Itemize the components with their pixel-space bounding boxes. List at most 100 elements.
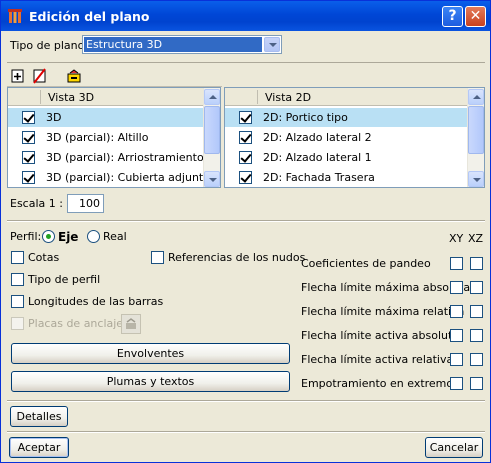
- vertical-scrollbar[interactable]: [203, 88, 220, 187]
- coef-xz-checkbox[interactable]: [470, 257, 483, 270]
- row-checkbox[interactable]: [22, 171, 35, 184]
- list-item-label: 3D (parcial): Altillo: [46, 131, 149, 144]
- view-3d-list[interactable]: Vista 3D 3D 3D (parcial): Altillo 3D (pa…: [7, 87, 221, 188]
- list-item-label: 2D: Alzado lateral 2: [263, 131, 372, 144]
- app-icon: [8, 9, 22, 23]
- profile-label: Perfil:: [10, 230, 42, 243]
- view-2d-header-label: Vista 2D: [265, 91, 312, 104]
- coef-row-label: Flecha límite máxima absoluta: [301, 281, 471, 294]
- close-button[interactable]: ✕: [465, 6, 486, 27]
- section-divider: [7, 431, 485, 433]
- row-checkbox[interactable]: [239, 131, 252, 144]
- pens-texts-button[interactable]: Plumas y textos: [11, 371, 290, 392]
- column-xz-label: XZ: [468, 232, 484, 245]
- help-button[interactable]: ?: [442, 6, 463, 27]
- list-item-label: 2D: Alzado lateral 1: [263, 151, 372, 164]
- coef-xy-checkbox[interactable]: [450, 377, 463, 390]
- node-references-label[interactable]: Referencias de los nudos: [168, 251, 305, 264]
- coef-row-label: Flecha límite máxima relativa: [301, 305, 465, 318]
- view-2d-list[interactable]: Vista 2D 2D: Portico tipo 2D: Alzado lat…: [224, 87, 485, 188]
- list-item[interactable]: 2D: Alzado lateral 2: [225, 128, 467, 147]
- list-item-label: 3D (parcial): Arriostramiento: [46, 151, 204, 164]
- scale-input[interactable]: 100: [67, 194, 104, 213]
- row-checkbox[interactable]: [22, 111, 35, 124]
- coef-xz-checkbox[interactable]: [470, 305, 483, 318]
- coef-xz-checkbox[interactable]: [470, 281, 483, 294]
- plan-type-label: Tipo de plano: [10, 39, 85, 52]
- cotas-checkbox[interactable]: [11, 251, 24, 264]
- anchor-plates-label: Placas de anclaje: [28, 317, 124, 330]
- details-button[interactable]: Detalles: [10, 406, 68, 427]
- accept-button[interactable]: Aceptar: [9, 437, 69, 458]
- scroll-down-icon[interactable]: [204, 171, 220, 187]
- list-item-label: 2D: Fachada Trasera: [263, 171, 375, 184]
- cancel-button[interactable]: Cancelar: [425, 437, 483, 458]
- cotas-label[interactable]: Cotas: [28, 251, 59, 264]
- coef-xz-checkbox[interactable]: [470, 353, 483, 366]
- coef-xz-checkbox[interactable]: [470, 329, 483, 342]
- profile-axis-radio[interactable]: [42, 230, 55, 243]
- window-title: Edición del plano: [29, 9, 150, 24]
- profile-type-label[interactable]: Tipo de perfil: [28, 273, 100, 286]
- list-item[interactable]: 2D: Alzado lateral 1: [225, 148, 467, 167]
- profile-type-checkbox[interactable]: [11, 273, 24, 286]
- row-checkbox[interactable]: [239, 171, 252, 184]
- anchor-plates-checkbox: [11, 317, 24, 330]
- toolbar-divider: [7, 62, 485, 63]
- delete-icon[interactable]: [32, 68, 48, 84]
- list-item[interactable]: 2D: Portico tipo: [225, 108, 467, 127]
- row-checkbox[interactable]: [22, 151, 35, 164]
- view-3d-header-label: Vista 3D: [48, 91, 95, 104]
- row-checkbox[interactable]: [239, 151, 252, 164]
- coef-xy-checkbox[interactable]: [450, 281, 463, 294]
- node-references-checkbox[interactable]: [151, 251, 164, 264]
- column-separator: [257, 90, 258, 104]
- scale-label: Escala 1 :: [10, 197, 63, 210]
- section-divider: [7, 400, 485, 402]
- scroll-thumb[interactable]: [204, 106, 220, 154]
- column-xy-label: XY: [449, 232, 464, 245]
- scroll-down-icon[interactable]: [468, 171, 484, 187]
- row-checkbox[interactable]: [239, 111, 252, 124]
- plan-type-select[interactable]: Estructura 3D: [82, 35, 282, 54]
- bar-lengths-label[interactable]: Longitudes de las barras: [28, 295, 163, 308]
- title-bar: Edición del plano ? ✕: [1, 1, 490, 31]
- plan-type-value: Estructura 3D: [84, 37, 262, 52]
- view-2d-header: Vista 2D: [225, 88, 467, 106]
- bar-lengths-checkbox[interactable]: [11, 295, 24, 308]
- edit-icon[interactable]: [66, 68, 82, 84]
- list-item[interactable]: 3D: [8, 108, 203, 127]
- list-item[interactable]: 3D (parcial): Arriostramiento: [8, 148, 204, 167]
- scroll-up-icon[interactable]: [204, 89, 220, 105]
- coef-xy-checkbox[interactable]: [450, 329, 463, 342]
- coef-row-label: Coeficientes de pandeo: [301, 257, 431, 270]
- add-icon[interactable]: [10, 68, 26, 84]
- coef-xy-checkbox[interactable]: [450, 257, 463, 270]
- column-separator: [40, 90, 41, 104]
- profile-axis-label[interactable]: Eje: [58, 230, 78, 244]
- chevron-down-icon[interactable]: [264, 37, 280, 52]
- coef-xz-checkbox[interactable]: [470, 377, 483, 390]
- scroll-up-icon[interactable]: [468, 89, 484, 105]
- coef-row-label: Flecha límite activa relativa: [301, 353, 454, 366]
- vertical-scrollbar[interactable]: [467, 88, 484, 187]
- scroll-thumb[interactable]: [468, 106, 484, 154]
- list-item-label: 3D: [46, 111, 62, 124]
- row-checkbox[interactable]: [22, 131, 35, 144]
- coef-row-label: Flecha límite activa absoluta: [301, 329, 460, 342]
- coef-xy-checkbox[interactable]: [450, 305, 463, 318]
- coef-row-label: Empotramiento en extremos: [301, 377, 459, 390]
- coef-xy-checkbox[interactable]: [450, 353, 463, 366]
- list-item-label: 3D (parcial): Cubierta adjunta: [46, 171, 210, 184]
- dialog-window: Edición del plano ? ✕ Tipo de plano Estr…: [0, 0, 491, 463]
- view-3d-header: Vista 3D: [8, 88, 203, 106]
- list-item-label: 2D: Portico tipo: [263, 111, 348, 124]
- anchor-plate-icon: [121, 314, 141, 334]
- list-item[interactable]: 3D (parcial): Altillo: [8, 128, 203, 147]
- list-item[interactable]: 2D: Fachada Trasera: [225, 168, 467, 187]
- profile-real-label[interactable]: Real: [103, 230, 127, 243]
- list-item[interactable]: 3D (parcial): Cubierta adjunta: [8, 168, 210, 187]
- profile-real-radio[interactable]: [87, 230, 100, 243]
- envelopes-button[interactable]: Envolventes: [11, 343, 290, 364]
- section-divider: [7, 220, 485, 222]
